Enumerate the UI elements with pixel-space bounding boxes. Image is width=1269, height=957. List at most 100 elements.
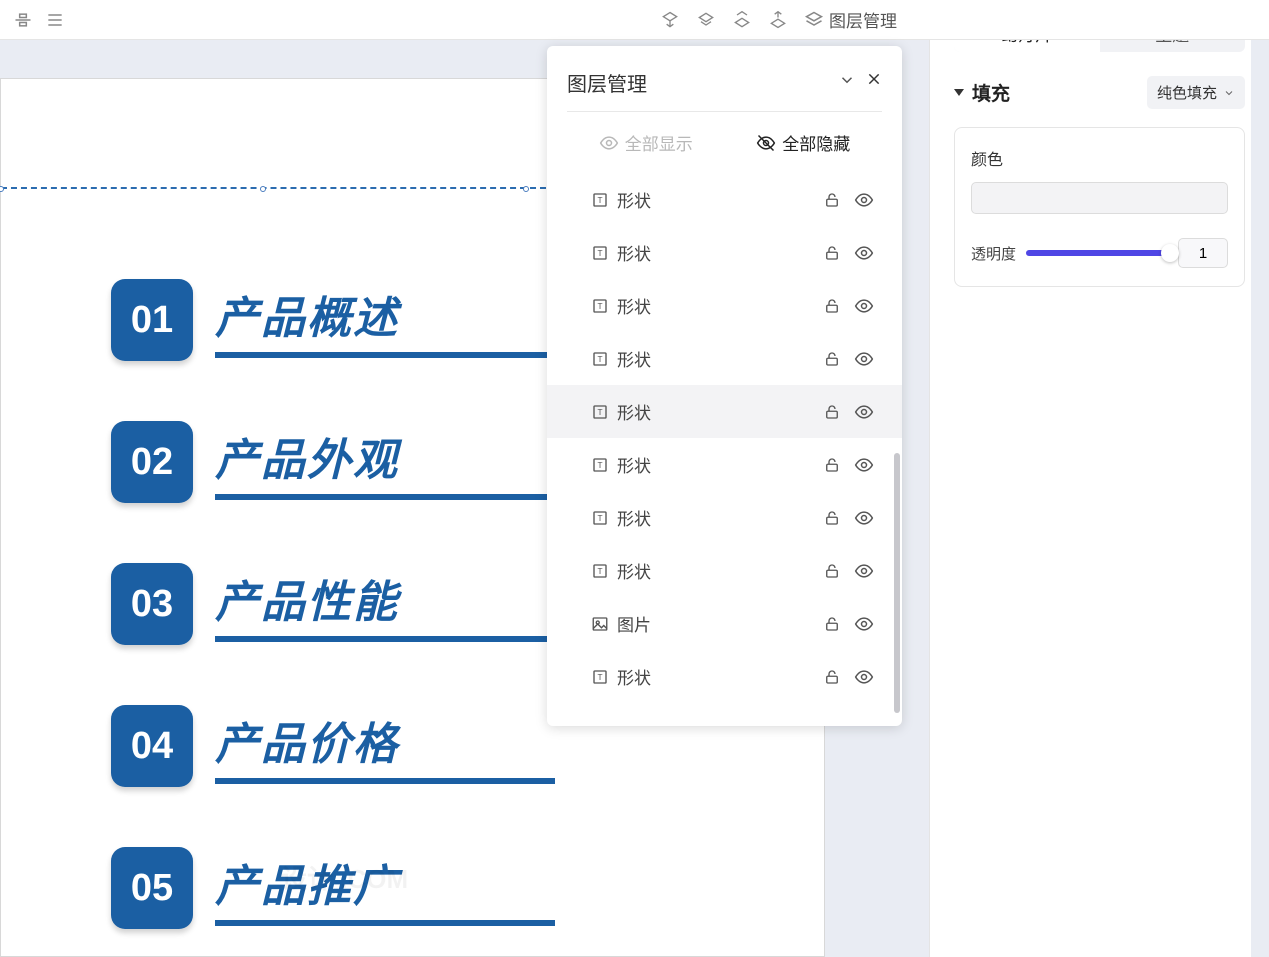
toc-underline (215, 636, 555, 642)
layer-row-actions (822, 614, 874, 634)
eye-icon[interactable] (854, 508, 874, 528)
slider-thumb[interactable] (1161, 244, 1179, 262)
lock-icon[interactable] (822, 349, 842, 369)
toc-title: 产品推广 (215, 850, 555, 914)
layer-row[interactable]: T形状 (547, 438, 902, 491)
svg-text:T: T (597, 302, 602, 311)
eye-icon[interactable] (854, 243, 874, 263)
selection-handle[interactable] (523, 186, 529, 192)
close-icon[interactable] (866, 71, 882, 94)
layer-row-left: T形状 (591, 452, 651, 477)
bring-forward-icon[interactable] (695, 9, 717, 31)
send-to-back-icon[interactable] (767, 9, 789, 31)
lock-icon[interactable] (822, 402, 842, 422)
lock-icon[interactable] (822, 561, 842, 581)
layer-row-actions (822, 402, 874, 422)
layer-row[interactable]: T形状 (547, 332, 902, 385)
selection-handle[interactable] (260, 186, 266, 192)
collapse-icon[interactable] (838, 71, 856, 94)
layer-row-actions (822, 561, 874, 581)
layer-management-button[interactable]: 图层管理 (803, 7, 897, 32)
toc-item[interactable]: 04 产品价格 (111, 705, 555, 787)
eye-icon[interactable] (854, 667, 874, 687)
layer-row-actions (822, 349, 874, 369)
lock-icon[interactable] (822, 455, 842, 475)
lock-icon[interactable] (822, 667, 842, 687)
layer-mgmt-label: 图层管理 (829, 7, 897, 32)
hide-all-button[interactable]: 全部隐藏 (756, 130, 850, 155)
toc-title: 产品性能 (215, 566, 555, 630)
right-gutter (1251, 0, 1269, 957)
layer-row-actions (822, 296, 874, 316)
toc-item[interactable]: 02 产品外观 (111, 421, 555, 503)
toc-underline (215, 352, 555, 358)
layer-row[interactable]: T形状 (547, 491, 902, 544)
layer-row-left: T形状 (591, 558, 651, 583)
layer-panel-global-actions: 全部显示 全部隐藏 (547, 112, 902, 173)
scrollbar-thumb[interactable] (894, 453, 900, 713)
selection-handle[interactable] (0, 186, 4, 192)
eye-icon[interactable] (854, 561, 874, 581)
layer-list[interactable]: T形状T形状T形状T形状T形状T形状T形状T形状图片T形状 (547, 173, 902, 726)
layer-row[interactable]: T 形状 (547, 650, 902, 703)
layer-row[interactable]: T形状 (547, 544, 902, 597)
layer-row-actions (822, 455, 874, 475)
eye-icon[interactable] (854, 614, 874, 634)
toolbar-left (12, 9, 66, 31)
toc-item[interactable]: 05 产品推广 (111, 847, 555, 929)
eye-icon[interactable] (854, 402, 874, 422)
color-swatch[interactable] (971, 182, 1228, 214)
opacity-row: 透明度 1 (971, 238, 1228, 268)
fill-type-dropdown[interactable]: 纯色填充 (1147, 76, 1245, 109)
eye-icon[interactable] (854, 190, 874, 210)
svg-text:T: T (597, 355, 602, 364)
layer-row[interactable]: T形状 (547, 385, 902, 438)
eye-icon[interactable] (854, 455, 874, 475)
layer-row-left: T形状 (591, 346, 651, 371)
svg-text:T: T (597, 249, 602, 258)
layer-row[interactable]: T形状 (547, 226, 902, 279)
shape-icon: T (591, 668, 609, 686)
layer-label: 形状 (617, 664, 651, 689)
lock-icon[interactable] (822, 243, 842, 263)
lock-icon[interactable] (822, 614, 842, 634)
hide-all-label: 全部隐藏 (782, 130, 850, 155)
layer-row[interactable]: T形状 (547, 173, 902, 226)
top-toolbar: 图层管理 (0, 0, 1269, 40)
fill-card: 颜色 透明度 1 (954, 127, 1245, 287)
distribute-h-icon[interactable] (44, 9, 66, 31)
layer-panel-header: 图层管理 (547, 46, 902, 111)
bring-to-front-icon[interactable] (659, 9, 681, 31)
layer-row[interactable]: T 形状 (547, 279, 902, 332)
toc-number: 03 (111, 563, 193, 645)
eye-icon[interactable] (854, 296, 874, 316)
shape-icon: T (591, 244, 609, 262)
toc-item[interactable]: 03 产品性能 (111, 563, 555, 645)
toc-title: 产品概述 (215, 282, 555, 346)
opacity-input[interactable]: 1 (1178, 238, 1228, 268)
slide-toc-list: 01 产品概述 02 产品外观 03 产品性能 (111, 279, 555, 929)
toc-item[interactable]: 01 产品概述 (111, 279, 555, 361)
layer-label: 形状 (617, 293, 651, 318)
lock-icon[interactable] (822, 296, 842, 316)
selection-guide-line (1, 187, 546, 189)
svg-text:T: T (597, 408, 602, 417)
toolbar-right: 图层管理 (659, 7, 1257, 32)
layer-panel: 图层管理 全部显示 全部隐藏 T形状T形状T形状T形状T形状T形状T形状T形状图… (547, 46, 902, 726)
layer-row-left: 图片 (591, 611, 651, 636)
layer-row[interactable]: 图片 (547, 597, 902, 650)
opacity-slider[interactable] (1026, 250, 1168, 256)
send-backward-icon[interactable] (731, 9, 753, 31)
shape-icon: T (591, 403, 609, 421)
show-all-button[interactable]: 全部显示 (599, 130, 693, 155)
eye-icon[interactable] (854, 349, 874, 369)
lock-icon[interactable] (822, 508, 842, 528)
svg-text:T: T (597, 567, 602, 576)
layer-row-left: T形状 (591, 399, 651, 424)
fill-section-header[interactable]: 填充 纯色填充 (954, 76, 1245, 109)
lock-icon[interactable] (822, 190, 842, 210)
shape-icon: T (591, 562, 609, 580)
layer-row-left: T形状 (591, 240, 651, 265)
toc-underline (215, 494, 555, 500)
distribute-v-icon[interactable] (12, 9, 34, 31)
